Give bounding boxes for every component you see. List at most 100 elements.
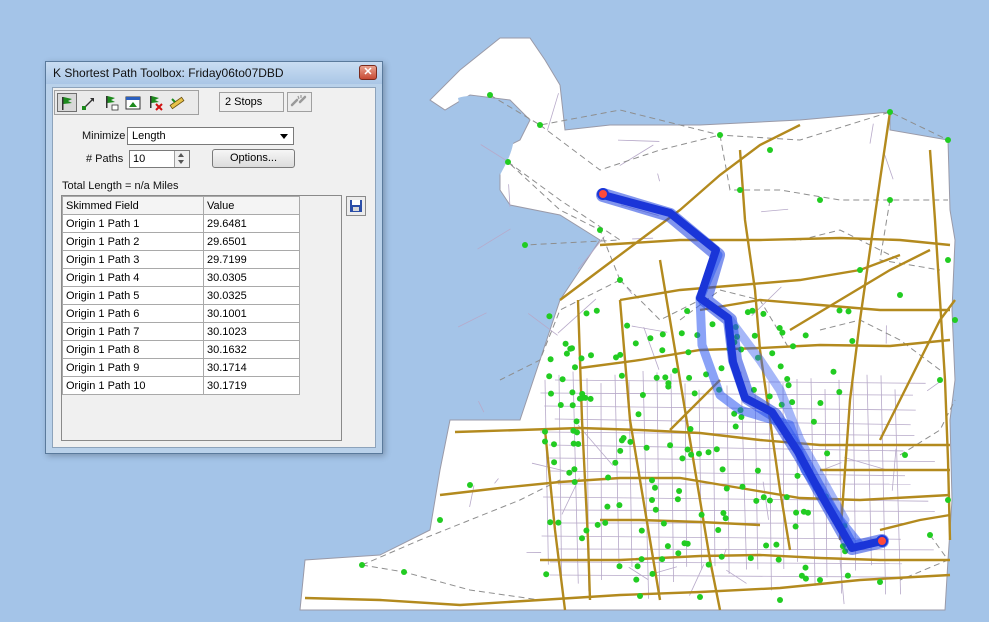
centroid-point [632, 340, 639, 347]
centroid-point [467, 482, 473, 488]
table-row[interactable]: Origin 1 Path 7 30.1023 [62, 322, 300, 341]
centroid-point [790, 343, 796, 350]
cell-value[interactable]: 30.1001 [203, 304, 300, 323]
centroid-point [546, 373, 553, 380]
centroid-point [633, 576, 640, 583]
centroid-point [643, 444, 650, 451]
table-row[interactable]: Origin 1 Path 6 30.1001 [62, 304, 300, 323]
centroid-point [747, 555, 754, 562]
table-row[interactable]: Origin 1 Path 10 30.1719 [62, 376, 300, 395]
centroid-point [697, 594, 703, 600]
centroid-point [652, 484, 658, 491]
centroid-point [723, 485, 730, 492]
cell-skimmed-field[interactable]: Origin 1 Path 2 [62, 232, 204, 251]
cell-skimmed-field[interactable]: Origin 1 Path 1 [62, 214, 204, 233]
decrement-icon[interactable] [178, 160, 184, 164]
minimize-select[interactable]: Length [127, 127, 294, 145]
minimize-label: Minimize [82, 130, 126, 142]
window-title: K Shortest Path Toolbox: Friday06to07DBD [53, 66, 284, 80]
centroid-point [737, 187, 743, 193]
centroid-point [675, 550, 682, 557]
centroid-point [817, 400, 824, 406]
centroid-point [659, 556, 666, 563]
centroid-point [836, 389, 843, 395]
flag-settings-icon[interactable] [101, 93, 121, 112]
street-segment [478, 400, 485, 413]
centroid-point [401, 569, 407, 575]
broken-link-icon[interactable] [287, 92, 312, 112]
cell-value[interactable]: 30.1632 [203, 340, 300, 359]
map-window-icon[interactable] [123, 93, 143, 112]
destination-stop-marker[interactable] [876, 535, 888, 547]
centroid-point [612, 459, 619, 466]
table-row[interactable]: Origin 1 Path 4 30.0305 [62, 268, 300, 287]
centroid-point [487, 92, 493, 98]
stepper-buttons[interactable] [174, 151, 189, 167]
options-button[interactable]: Options... [212, 149, 295, 168]
centroid-point [570, 427, 577, 434]
centroid-point [547, 519, 554, 526]
centroid-point [763, 542, 770, 549]
cell-value[interactable]: 30.0305 [203, 268, 300, 287]
centroid-point [777, 597, 783, 603]
draw-link-icon[interactable] [79, 93, 99, 112]
k-shortest-path-dialog: K Shortest Path Toolbox: Friday06to07DBD… [45, 61, 383, 454]
skim-results-table[interactable]: Skimmed Field Value Origin 1 Path 1 29.64… [61, 195, 342, 441]
paths-label: # Paths [86, 153, 124, 165]
cell-skimmed-field[interactable]: Origin 1 Path 10 [62, 376, 204, 395]
centroid-point [548, 390, 554, 397]
centroid-point [557, 402, 564, 408]
origin-stop-marker[interactable] [597, 188, 609, 200]
close-button[interactable]: ✕ [359, 65, 377, 80]
cell-skimmed-field[interactable]: Origin 1 Path 4 [62, 268, 204, 287]
cell-value[interactable]: 30.0325 [203, 286, 300, 305]
cell-value[interactable]: 30.1719 [203, 376, 300, 395]
centroid-point [754, 467, 761, 474]
table-row[interactable]: Origin 1 Path 1 29.6481 [62, 214, 300, 233]
centroid-point [637, 593, 643, 599]
centroid-point [719, 466, 726, 473]
cell-value[interactable]: 29.6501 [203, 232, 300, 251]
cell-value[interactable]: 30.1714 [203, 358, 300, 377]
table-row[interactable]: Origin 1 Path 2 29.6501 [62, 232, 300, 251]
table-row[interactable]: Origin 1 Path 9 30.1714 [62, 358, 300, 377]
table-row[interactable]: Origin 1 Path 5 30.0325 [62, 286, 300, 305]
cell-value[interactable]: 30.1023 [203, 322, 300, 341]
centroid-point [638, 556, 645, 563]
centroid-point [662, 374, 669, 381]
centroid-point [638, 527, 645, 534]
column-header-value[interactable]: Value [203, 196, 300, 215]
centroid-point [617, 447, 624, 454]
centroid-point [779, 329, 786, 336]
centroid-point [937, 377, 943, 383]
centroid-point [578, 355, 585, 362]
paths-stepper[interactable]: 10 [129, 150, 190, 168]
column-header-field[interactable]: Skimmed Field [62, 196, 204, 215]
ruler-icon[interactable] [167, 93, 187, 112]
table-row[interactable]: Origin 1 Path 3 29.7199 [62, 250, 300, 269]
cell-skimmed-field[interactable]: Origin 1 Path 9 [62, 358, 204, 377]
cell-value[interactable]: 29.7199 [203, 250, 300, 269]
centroid-point [647, 335, 654, 342]
cell-skimmed-field[interactable]: Origin 1 Path 6 [62, 304, 204, 323]
cell-skimmed-field[interactable]: Origin 1 Path 5 [62, 286, 204, 305]
add-stop-flag-icon[interactable] [57, 93, 77, 112]
increment-icon[interactable] [178, 153, 184, 157]
centroid-point [794, 472, 801, 479]
remove-flag-icon[interactable] [145, 93, 165, 112]
cell-value[interactable]: 29.6481 [203, 214, 300, 233]
centroid-point [562, 340, 569, 347]
cell-skimmed-field[interactable]: Origin 1 Path 3 [62, 250, 204, 269]
centroid-point [857, 267, 863, 273]
centroid-point [660, 520, 667, 527]
centroid-point [785, 382, 792, 389]
chevron-down-icon [280, 134, 288, 139]
centroid-point [887, 197, 893, 203]
floppy-disk-icon[interactable] [346, 196, 366, 216]
centroid-point [551, 441, 557, 448]
title-bar[interactable]: K Shortest Path Toolbox: Friday06to07DBD… [46, 62, 382, 84]
cell-skimmed-field[interactable]: Origin 1 Path 7 [62, 322, 204, 341]
centroid-point [667, 442, 674, 449]
cell-skimmed-field[interactable]: Origin 1 Path 8 [62, 340, 204, 359]
table-row[interactable]: Origin 1 Path 8 30.1632 [62, 340, 300, 359]
